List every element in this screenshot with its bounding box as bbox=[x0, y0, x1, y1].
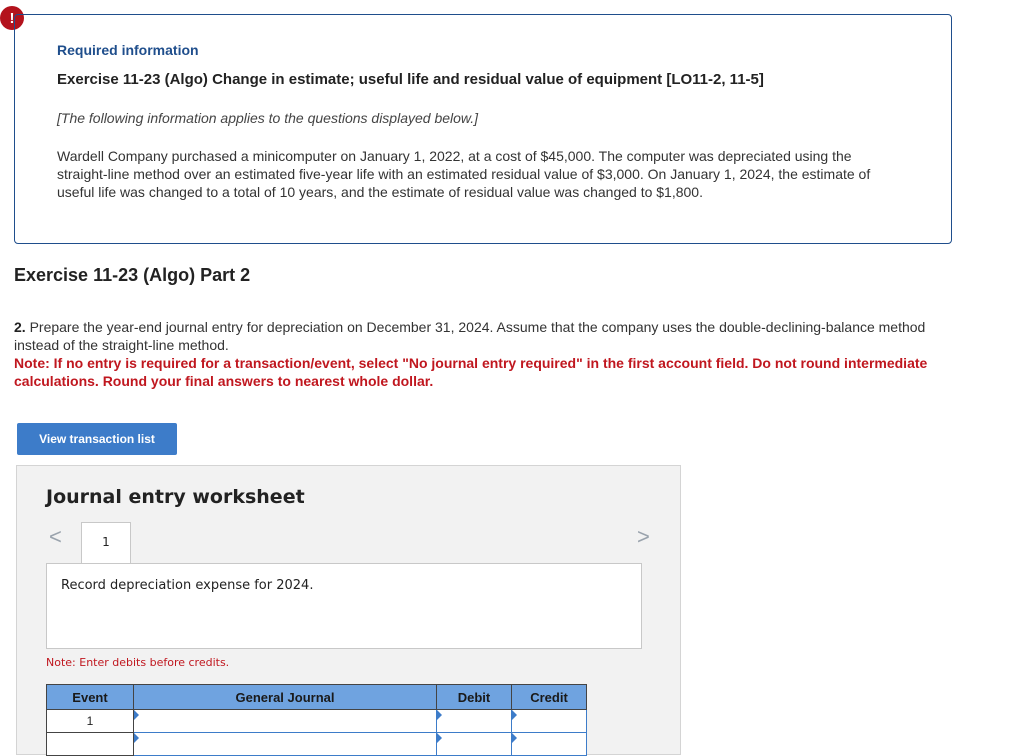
exercise-title: Exercise 11-23 (Algo) Change in estimate… bbox=[57, 71, 764, 88]
question-text: Prepare the year-end journal entry for d… bbox=[14, 319, 926, 353]
entry-description: Record depreciation expense for 2024. bbox=[46, 563, 642, 649]
chevron-right-icon[interactable]: > bbox=[637, 524, 650, 550]
question-note: Note: If no entry is required for a tran… bbox=[14, 355, 928, 389]
dropdown-marker-icon bbox=[512, 733, 517, 743]
credit-input[interactable] bbox=[511, 709, 587, 733]
credit-input[interactable] bbox=[511, 732, 587, 756]
question-number: 2. bbox=[14, 319, 26, 335]
part-heading: Exercise 11-23 (Algo) Part 2 bbox=[14, 265, 251, 285]
column-header-debit: Debit bbox=[436, 684, 512, 710]
column-header-event: Event bbox=[46, 684, 134, 710]
dropdown-marker-icon bbox=[134, 733, 139, 743]
applies-note: [The following information applies to th… bbox=[57, 110, 479, 126]
debits-credits-note: Note: Enter debits before credits. bbox=[46, 656, 230, 669]
table-row bbox=[46, 732, 587, 756]
chevron-left-icon[interactable]: < bbox=[49, 524, 62, 550]
column-header-credit: Credit bbox=[511, 684, 587, 710]
view-transaction-list-button[interactable]: View transaction list bbox=[17, 423, 177, 455]
debit-input[interactable] bbox=[436, 732, 512, 756]
dropdown-marker-icon bbox=[512, 710, 517, 720]
dropdown-marker-icon bbox=[437, 733, 442, 743]
worksheet-title: Journal entry worksheet bbox=[46, 486, 305, 508]
required-information-panel: Required information Exercise 11-23 (Alg… bbox=[14, 14, 952, 244]
table-row: 1 bbox=[46, 709, 587, 733]
dropdown-marker-icon bbox=[437, 710, 442, 720]
general-journal-input[interactable] bbox=[133, 709, 437, 733]
column-header-general-journal: General Journal bbox=[133, 684, 437, 710]
exercise-description: Wardell Company purchased a minicomputer… bbox=[57, 148, 871, 200]
event-cell: 1 bbox=[46, 709, 134, 733]
dropdown-marker-icon bbox=[134, 710, 139, 720]
event-cell bbox=[46, 732, 134, 756]
journal-entry-worksheet: Journal entry worksheet < 1 > Record dep… bbox=[16, 465, 681, 756]
question-instruction: 2. Prepare the year-end journal entry fo… bbox=[14, 318, 944, 354]
journal-table: Event General Journal Debit Credit 1 bbox=[46, 684, 587, 756]
required-information-label: Required information bbox=[57, 42, 199, 58]
debit-input[interactable] bbox=[436, 709, 512, 733]
tab-entry-1[interactable]: 1 bbox=[81, 522, 131, 564]
general-journal-input[interactable] bbox=[133, 732, 437, 756]
